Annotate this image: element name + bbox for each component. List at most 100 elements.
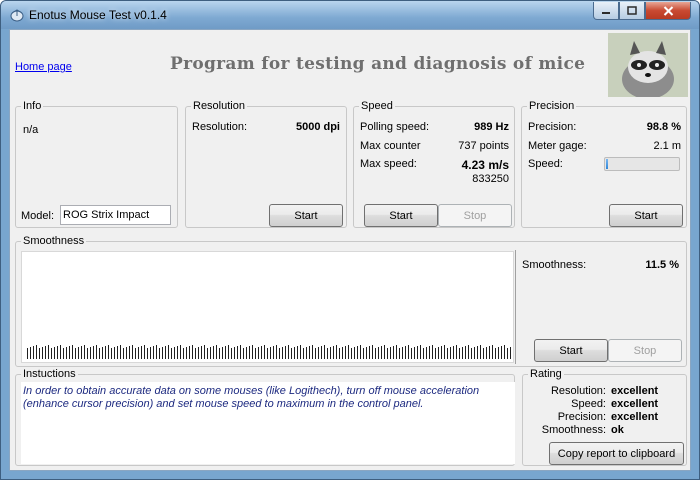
- smoothness-tick: [306, 347, 307, 359]
- minimize-button[interactable]: [593, 2, 619, 20]
- smoothness-tick: [45, 346, 46, 359]
- smoothness-tick: [336, 345, 337, 359]
- window-title: Enotus Mouse Test v0.1.4: [29, 8, 167, 22]
- smoothness-tick: [390, 347, 391, 359]
- smoothness-tick: [30, 347, 31, 359]
- smoothness-tick: [393, 346, 394, 359]
- precision-start-button[interactable]: Start: [609, 204, 683, 227]
- rating-resolution-value: excellent: [611, 385, 659, 397]
- smoothness-tick: [297, 346, 298, 359]
- smoothness-tick: [39, 348, 40, 359]
- smoothness-tick: [333, 346, 334, 359]
- smoothness-tick: [51, 348, 52, 359]
- smoothness-start-button[interactable]: Start: [534, 339, 608, 362]
- smoothness-tick: [405, 346, 406, 359]
- rating-precision-value: excellent: [611, 411, 659, 423]
- smoothness-tick: [159, 348, 160, 359]
- rating-group: Rating Resolution: excellent Speed: exce…: [522, 368, 687, 466]
- smoothness-tick: [132, 345, 133, 359]
- maximize-button[interactable]: [619, 2, 645, 20]
- smoothness-label: Smoothness:: [522, 259, 587, 271]
- smoothness-tick: [330, 347, 331, 359]
- smoothness-tick: [204, 345, 205, 359]
- smoothness-tick: [243, 348, 244, 359]
- info-text: n/a: [23, 124, 39, 136]
- smoothness-tick: [231, 348, 232, 359]
- smoothness-tick: [474, 347, 475, 359]
- smoothness-tick: [477, 346, 478, 359]
- smoothness-tick: [201, 346, 202, 359]
- smoothness-tick: [498, 347, 499, 359]
- smoothness-group: Smoothness Smoothness: 11.5 % Start Stop: [15, 235, 687, 367]
- smoothness-tick: [348, 345, 349, 359]
- smoothness-tick: [171, 348, 172, 359]
- smoothness-tick: [90, 347, 91, 359]
- smoothness-tick: [417, 346, 418, 359]
- smoothness-tick: [318, 347, 319, 359]
- smoothness-tick: [399, 348, 400, 359]
- close-button[interactable]: [645, 2, 691, 20]
- smoothness-tick: [465, 346, 466, 359]
- smoothness-tick: [99, 348, 100, 359]
- smoothness-tick: [144, 345, 145, 359]
- smoothness-tick: [216, 345, 217, 359]
- rating-smoothness-value: ok: [611, 424, 624, 436]
- smoothness-tick: [33, 346, 34, 359]
- smoothness-tick: [246, 347, 247, 359]
- resolution-start-button[interactable]: Start: [269, 204, 343, 227]
- smoothness-tick: [222, 347, 223, 359]
- smoothness-tick: [96, 345, 97, 359]
- polling-speed-value: 989 Hz: [474, 121, 509, 133]
- smoothness-tick: [438, 347, 439, 359]
- smoothness-tick: [501, 346, 502, 359]
- maximize-icon: [627, 6, 637, 15]
- smoothness-tick: [195, 348, 196, 359]
- smoothness-tick: [60, 345, 61, 359]
- smoothness-tick: [342, 347, 343, 359]
- smoothness-tick: [357, 346, 358, 359]
- smoothness-tick: [117, 346, 118, 359]
- smoothness-tick: [408, 345, 409, 359]
- info-group: Info n/a Model:: [15, 100, 178, 228]
- title-bar[interactable]: Enotus Mouse Test v0.1.4: [1, 1, 699, 29]
- info-group-label: Info: [21, 100, 44, 112]
- smoothness-tick: [210, 347, 211, 359]
- speed-group-label: Speed: [359, 100, 395, 112]
- smoothness-tick: [102, 347, 103, 359]
- smoothness-tick: [414, 347, 415, 359]
- speed-start-button[interactable]: Start: [364, 204, 438, 227]
- instructions-text: In order to obtain accurate data on some…: [21, 382, 515, 464]
- smoothness-tick: [93, 346, 94, 359]
- smoothness-tick: [366, 347, 367, 359]
- smoothness-tick: [192, 345, 193, 359]
- smoothness-tick: [129, 346, 130, 359]
- home-page-link[interactable]: Home page: [15, 61, 72, 73]
- smoothness-tick: [387, 348, 388, 359]
- rating-group-label: Rating: [528, 368, 564, 380]
- smoothness-tick: [312, 345, 313, 359]
- meter-gage-value: 2.1 m: [653, 140, 681, 152]
- raccoon-photo: [608, 33, 688, 97]
- rating-speed-label: Speed:: [571, 398, 606, 410]
- minimize-icon: [602, 11, 610, 14]
- smoothness-tick: [27, 348, 28, 359]
- smoothness-tick: [309, 346, 310, 359]
- smoothness-tick: [402, 347, 403, 359]
- copy-report-button[interactable]: Copy report to clipboard: [549, 442, 684, 465]
- smoothness-tick: [411, 348, 412, 359]
- speed-stop-button[interactable]: Stop: [438, 204, 512, 227]
- smoothness-stop-button[interactable]: Stop: [608, 339, 682, 362]
- smoothness-tick: [303, 348, 304, 359]
- smoothness-tick: [54, 347, 55, 359]
- model-input[interactable]: [60, 205, 171, 225]
- smoothness-tick: [486, 347, 487, 359]
- smoothness-tick: [135, 348, 136, 359]
- smoothness-tick: [213, 346, 214, 359]
- smoothness-tick: [351, 348, 352, 359]
- app-window: Enotus Mouse Test v0.1.4 Home page Progr…: [0, 0, 700, 480]
- smoothness-tick: [507, 348, 508, 359]
- smoothness-tick: [75, 348, 76, 359]
- smoothness-tick: [327, 348, 328, 359]
- smoothness-tick: [375, 348, 376, 359]
- precision-group: Precision Precision: 98.8 % Meter gage: …: [521, 100, 687, 228]
